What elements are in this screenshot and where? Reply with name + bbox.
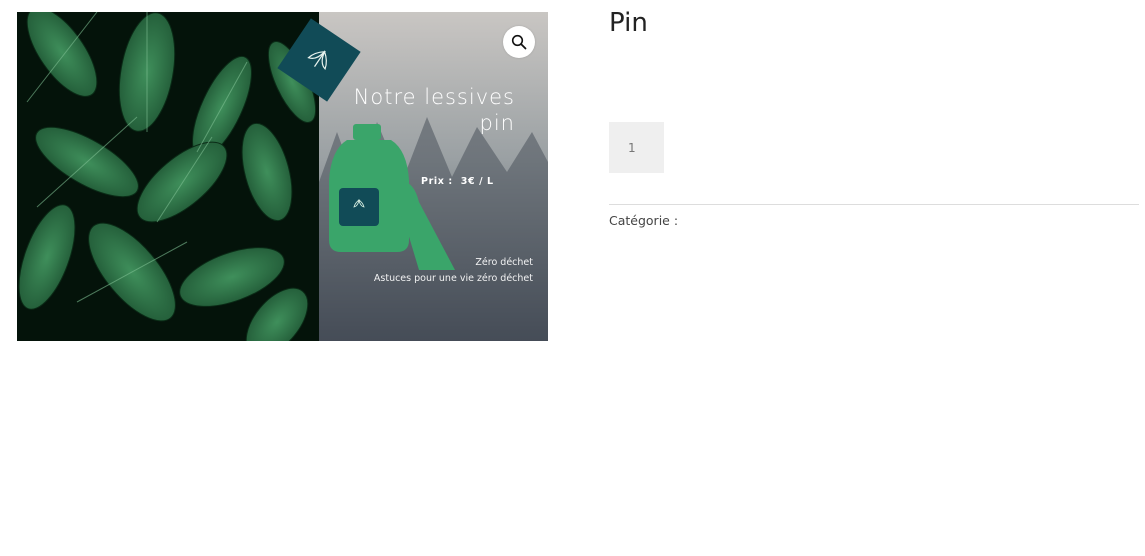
image-price: Prix : 3€ / L	[421, 176, 494, 187]
image-headline: Notre lessives pin	[315, 84, 515, 136]
image-footer-line2: Astuces pour une vie zéro déchet	[373, 273, 533, 284]
product-image[interactable]: Notre lessives pin Prix : 3€ / L Zéro déc…	[17, 12, 548, 341]
image-headline-line1: Notre lessives	[353, 85, 515, 109]
product-title: Pin	[609, 8, 648, 38]
image-price-label: Prix :	[421, 176, 453, 187]
quantity-input[interactable]	[609, 122, 664, 173]
summary-divider	[609, 204, 1139, 205]
magnifier-icon	[511, 34, 527, 50]
product-category: Catégorie :	[609, 213, 679, 228]
image-headline-line2: pin	[479, 111, 515, 135]
zoom-button[interactable]	[503, 26, 535, 58]
image-price-value: 3€ / L	[460, 176, 494, 187]
image-footer-line1: Zéro déchet	[475, 257, 533, 268]
